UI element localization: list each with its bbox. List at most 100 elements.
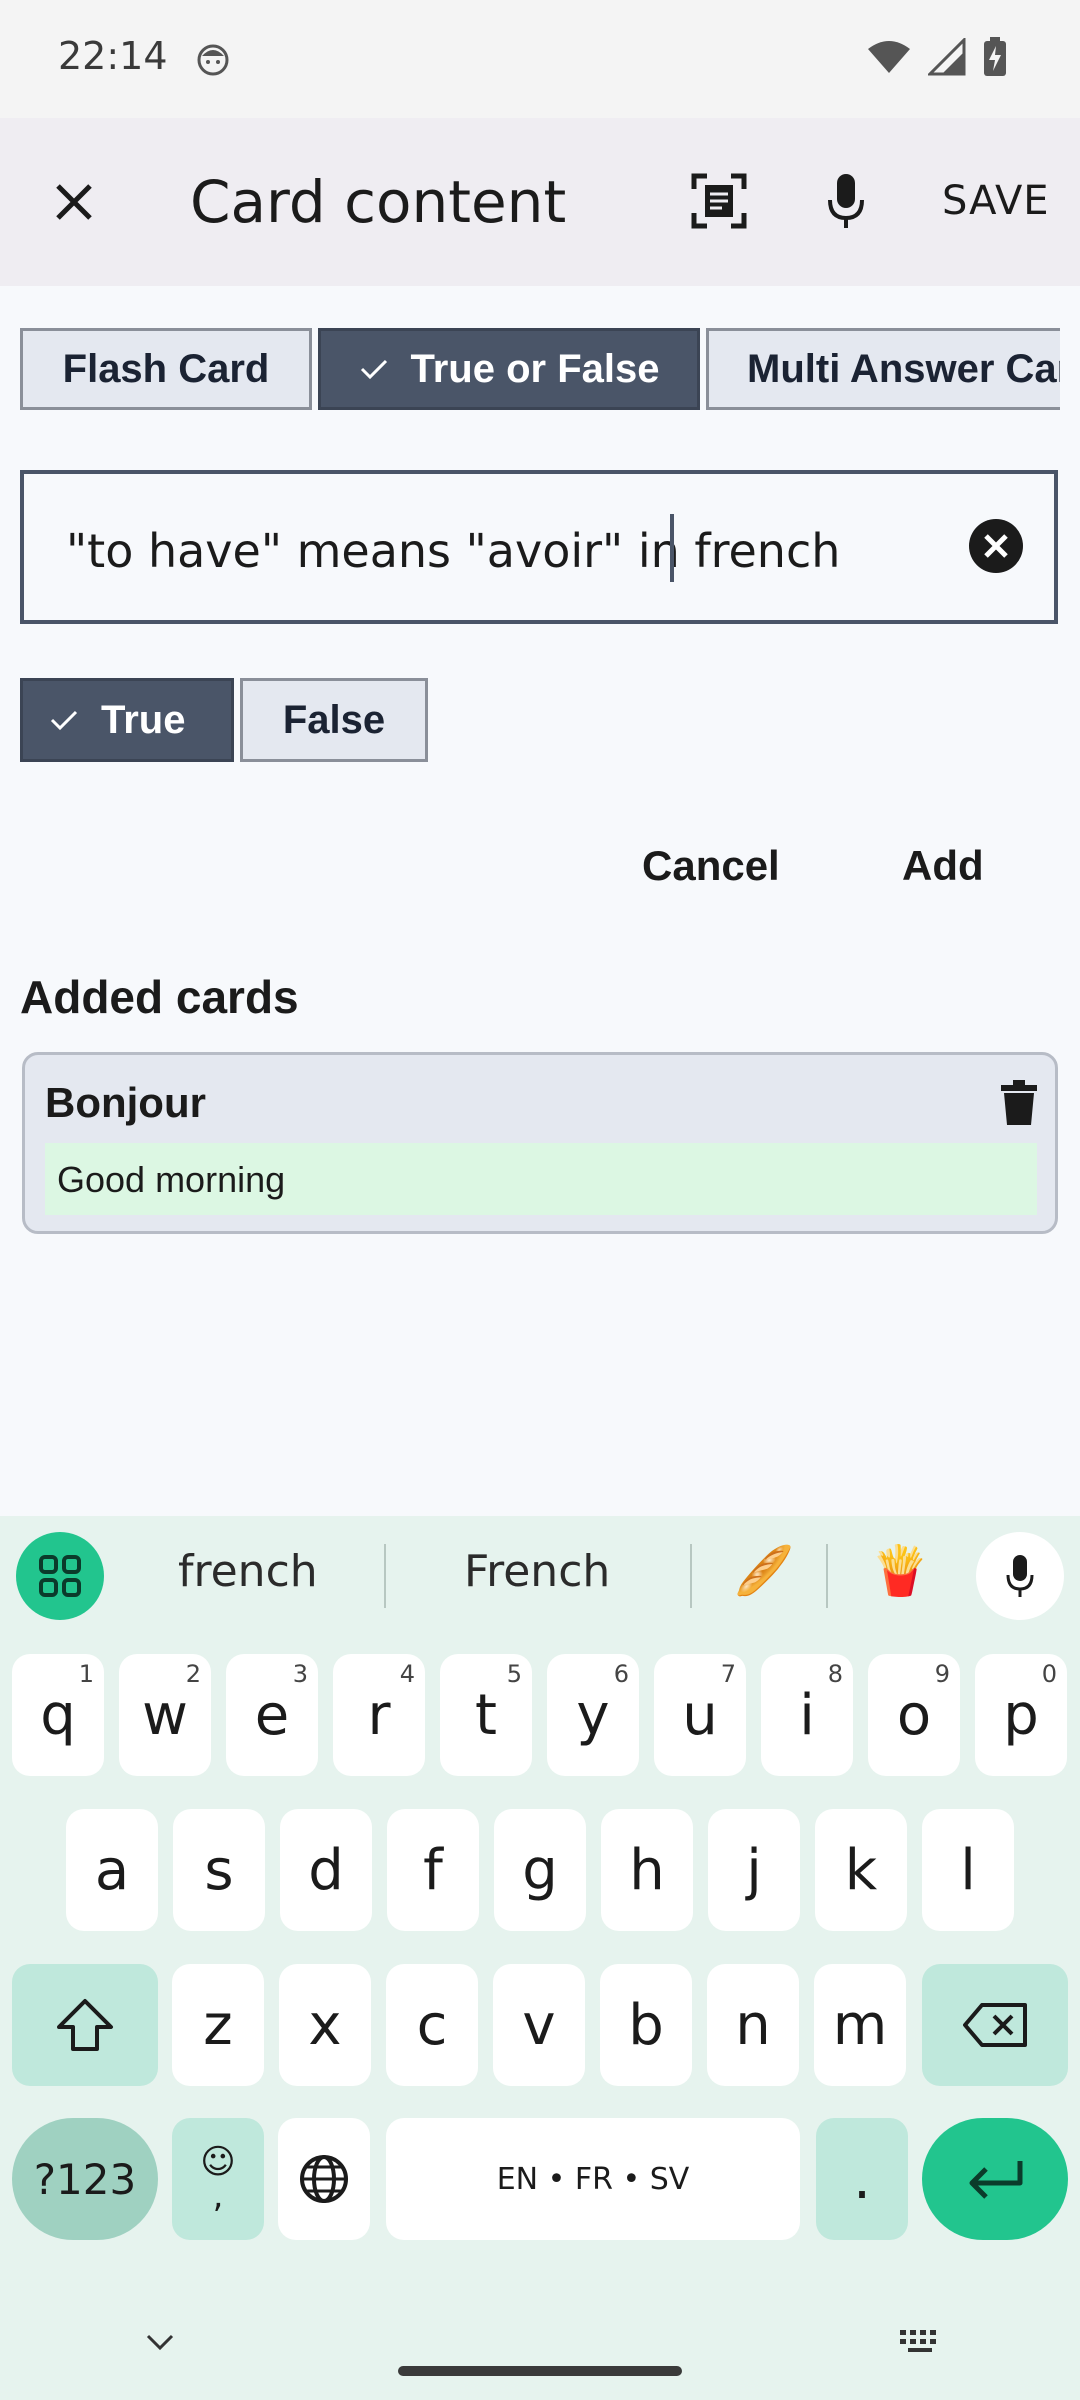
key-b[interactable]: b	[600, 1964, 692, 2086]
battery-charging-icon	[984, 37, 1006, 76]
navigation-bar	[0, 2300, 1080, 2400]
divider	[384, 1544, 386, 1608]
key-hint: 4	[399, 1660, 415, 1688]
key-u[interactable]: u7	[654, 1654, 746, 1776]
shift-key[interactable]	[12, 1964, 158, 2086]
microphone-icon	[1006, 1555, 1034, 1597]
key-hint: 5	[506, 1660, 522, 1688]
language-key[interactable]	[278, 2118, 370, 2240]
key-o[interactable]: o9	[868, 1654, 960, 1776]
keyboard-apps-button[interactable]	[16, 1532, 104, 1620]
key-hint: 8	[827, 1660, 843, 1688]
card-type-selector: Flash Card True or False Multi Answer Ca…	[20, 328, 1060, 412]
cancel-button[interactable]: Cancel	[642, 842, 780, 890]
chip-multi-answer-card[interactable]: Multi Answer Card	[706, 328, 1060, 410]
enter-key[interactable]	[922, 2118, 1068, 2240]
grid-icon	[39, 1555, 81, 1597]
key-hint: 1	[78, 1660, 94, 1688]
emoji-key-icon: ☺	[200, 2142, 236, 2182]
chip-true-or-false[interactable]: True or False	[318, 328, 700, 410]
key-f[interactable]: f	[387, 1809, 479, 1931]
delete-icon[interactable]	[999, 1079, 1039, 1127]
key-s[interactable]: s	[173, 1809, 265, 1931]
key-j[interactable]: j	[708, 1809, 800, 1931]
shift-icon	[57, 1999, 113, 2051]
keyboard-switch-icon[interactable]	[898, 2326, 942, 2356]
add-button[interactable]: Add	[902, 842, 984, 890]
key-hint: 3	[292, 1660, 308, 1688]
divider	[826, 1544, 828, 1608]
divider	[690, 1544, 692, 1608]
wifi-icon	[868, 41, 910, 73]
keyboard-voice-button[interactable]	[976, 1532, 1064, 1620]
key-label: u	[682, 1682, 718, 1748]
statement-input[interactable]: "to have" means "avoir" in french	[20, 470, 1058, 624]
cell-signal-icon	[928, 38, 966, 76]
app-bar: Card content SAVE	[0, 118, 1080, 286]
emoji-suggestion-fries[interactable]: 🍟	[870, 1542, 930, 1599]
key-hint: 6	[613, 1660, 629, 1688]
key-k[interactable]: k	[815, 1809, 907, 1931]
key-hint: 2	[185, 1660, 201, 1688]
key-label: i	[799, 1682, 815, 1748]
key-w[interactable]: w2	[119, 1654, 211, 1776]
key-x[interactable]: x	[279, 1964, 371, 2086]
key-d[interactable]: d	[280, 1809, 372, 1931]
key-label: p	[1003, 1682, 1039, 1748]
key-q[interactable]: q1	[12, 1654, 104, 1776]
backspace-key[interactable]	[922, 1964, 1068, 2086]
key-label: t	[475, 1682, 497, 1748]
key-m[interactable]: m	[814, 1964, 906, 2086]
suggestion-item[interactable]: french	[178, 1546, 318, 1597]
key-h[interactable]: h	[601, 1809, 693, 1931]
added-card[interactable]: Bonjour Good morning	[22, 1052, 1058, 1234]
key-hint: 0	[1041, 1660, 1057, 1688]
key-y[interactable]: y6	[547, 1654, 639, 1776]
key-t[interactable]: t5	[440, 1654, 532, 1776]
key-g[interactable]: g	[494, 1809, 586, 1931]
status-icons	[866, 36, 1008, 78]
save-button[interactable]: SAVE	[942, 178, 1050, 224]
document-scanner-icon	[691, 173, 747, 229]
symbols-key[interactable]: ?123	[12, 2118, 158, 2240]
chip-flash-card[interactable]: Flash Card	[20, 328, 312, 410]
voice-input-button[interactable]	[816, 168, 876, 234]
close-icon	[56, 184, 92, 220]
comma-label: ,	[212, 2176, 224, 2216]
status-time: 22:14	[58, 34, 168, 78]
key-a[interactable]: a	[66, 1809, 158, 1931]
key-l[interactable]: l	[922, 1809, 1014, 1931]
globe-icon	[300, 2155, 348, 2203]
period-key[interactable]: .	[816, 2118, 908, 2240]
chevron-down-icon[interactable]	[140, 2322, 180, 2362]
key-p[interactable]: p0	[975, 1654, 1067, 1776]
suggestion-item[interactable]: French	[464, 1546, 610, 1597]
clear-text-icon[interactable]	[968, 518, 1024, 574]
key-r[interactable]: r4	[333, 1654, 425, 1776]
key-n[interactable]: n	[707, 1964, 799, 2086]
close-button[interactable]	[40, 168, 108, 236]
home-handle[interactable]	[398, 2366, 682, 2376]
key-e[interactable]: e3	[226, 1654, 318, 1776]
check-icon	[49, 708, 79, 732]
statement-input-value: "to have" means "avoir" in french	[66, 524, 841, 578]
emoji-comma-key[interactable]: ☺ ,	[172, 2118, 264, 2240]
key-z[interactable]: z	[172, 1964, 264, 2086]
chip-true[interactable]: True	[20, 678, 234, 762]
chip-false[interactable]: False	[240, 678, 428, 762]
scan-text-button[interactable]	[686, 168, 752, 234]
key-label: y	[576, 1682, 610, 1748]
answer-selector: True False	[20, 678, 434, 762]
space-key[interactable]: EN • FR • SV	[386, 2118, 800, 2240]
card-front-text: Bonjour	[45, 1079, 206, 1126]
key-i[interactable]: i8	[761, 1654, 853, 1776]
key-hint: 7	[720, 1660, 736, 1688]
chip-label: Multi Answer Card	[747, 346, 1060, 391]
check-icon	[359, 357, 389, 381]
page-title: Card content	[190, 168, 567, 236]
status-bar: 22:14	[0, 0, 1080, 118]
added-cards-heading: Added cards	[20, 971, 299, 1023]
key-c[interactable]: c	[386, 1964, 478, 2086]
key-v[interactable]: v	[493, 1964, 585, 2086]
emoji-suggestion-baguette[interactable]: 🥖	[734, 1542, 794, 1599]
